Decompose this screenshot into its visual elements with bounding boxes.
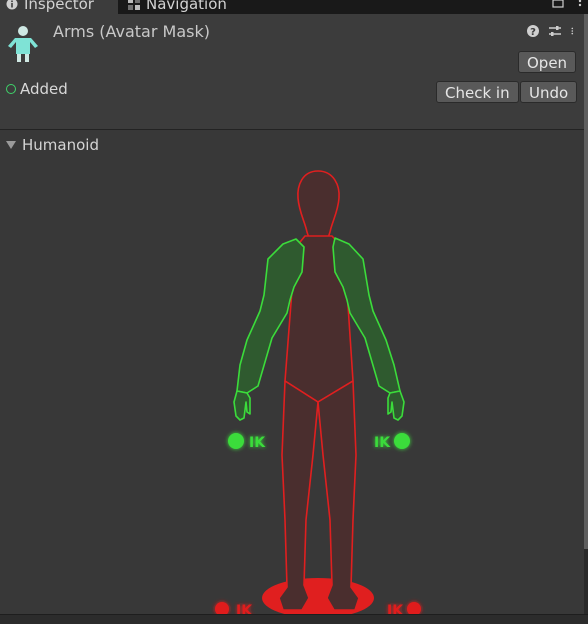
asset-title: Arms (Avatar Mask) [53, 22, 210, 41]
foldout-arrow-icon [6, 141, 16, 149]
right-fingers-part[interactable] [387, 390, 405, 421]
vertical-scrollbar[interactable] [584, 14, 588, 614]
help-icon[interactable]: ? [526, 24, 540, 38]
inspector-header: Arms (Avatar Mask) ? Open Added Check in… [0, 14, 584, 130]
tab-menu-icon[interactable] [574, 0, 586, 9]
more-options-icon[interactable] [570, 24, 578, 38]
left-hand-ik-label: IK [249, 435, 266, 451]
maximize-icon[interactable] [552, 0, 564, 9]
svg-text:?: ? [530, 27, 536, 38]
navigation-icon [128, 0, 140, 10]
right-hand-ik-label: IK [374, 435, 391, 451]
added-status-icon [6, 84, 16, 94]
check-in-button[interactable]: Check in [436, 81, 519, 103]
humanoid-foldout[interactable]: Humanoid [6, 136, 99, 154]
tab-navigation-label: Navigation [146, 0, 227, 13]
presets-icon[interactable] [548, 24, 562, 38]
open-button[interactable]: Open [518, 51, 577, 73]
right-hand-ik-dot [394, 433, 410, 449]
right-hand-ik[interactable]: IK [374, 433, 410, 451]
avatar-mask-icon [8, 26, 38, 62]
left-hand-ik-dot [228, 433, 244, 449]
tab-inspector-label: Inspector [24, 0, 94, 13]
tab-inspector[interactable]: Inspector [0, 0, 118, 14]
undo-button[interactable]: Undo [520, 81, 578, 103]
right-leg-part[interactable] [317, 380, 360, 611]
left-leg-part[interactable] [278, 380, 319, 611]
left-hand-ik[interactable]: IK [228, 433, 266, 451]
header-icons: ? [526, 24, 578, 38]
scrollbar-thumb[interactable] [584, 14, 588, 549]
info-icon [6, 0, 18, 10]
vcs-status: Added [6, 80, 68, 98]
left-fingers-part[interactable] [233, 390, 251, 421]
humanoid-body-mask: IK IK IK IK [215, 170, 421, 615]
tab-strip: Inspector Navigation [0, 0, 588, 14]
humanoid-section-label: Humanoid [22, 136, 99, 154]
vcs-status-label: Added [20, 80, 68, 98]
head-part[interactable] [297, 170, 340, 239]
tab-navigation[interactable]: Navigation [128, 0, 227, 14]
